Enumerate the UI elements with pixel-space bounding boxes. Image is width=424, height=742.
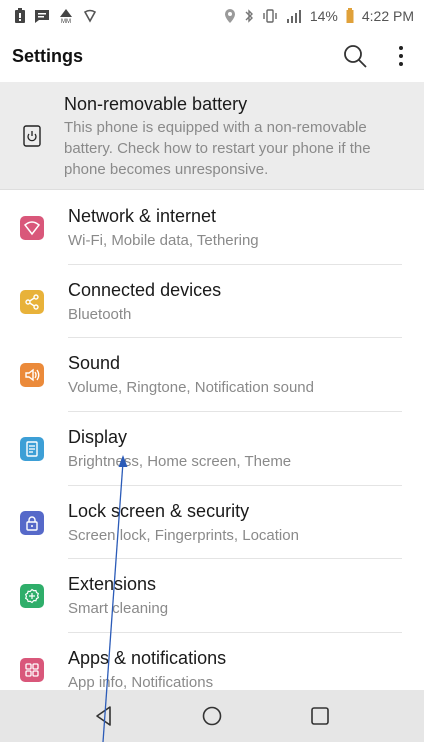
search-icon (344, 45, 367, 68)
item-icon-box (20, 584, 44, 609)
item-icon-box (20, 289, 44, 314)
search-button[interactable] (332, 33, 378, 79)
banner-description: This phone is equipped with a non-remova… (64, 119, 371, 178)
back-icon (96, 706, 111, 726)
item-icon-box (20, 657, 44, 682)
home-button[interactable] (158, 690, 266, 742)
settings-item-connected-devices[interactable]: Connected devices Bluetooth (0, 265, 424, 339)
settings-item-display[interactable]: Display Brightness, Home screen, Theme (0, 412, 424, 486)
banner-title: Non-removable battery (64, 94, 248, 114)
wifi-icon (24, 221, 40, 236)
puzzle-icon (24, 588, 40, 604)
mm-triangle-icon: MM (58, 8, 74, 24)
battery-banner[interactable]: Non-removable battery This phone is equi… (0, 82, 424, 190)
vibrate-icon (262, 8, 278, 24)
share-icon (25, 293, 39, 310)
display-icon (26, 441, 38, 457)
app-bar: Settings (0, 32, 424, 80)
settings-item-extensions[interactable]: Extensions Smart cleaning (0, 559, 424, 634)
item-title: Extensions (68, 574, 157, 595)
back-button[interactable] (50, 690, 158, 742)
signal-icon (286, 9, 302, 23)
app-actions (332, 33, 424, 79)
banner-icon-wrap (0, 82, 64, 189)
alert-icon (14, 8, 26, 24)
battery-icon (346, 8, 354, 24)
shield-icon (82, 8, 98, 24)
recents-button[interactable] (266, 690, 374, 742)
status-bar: MM 14% 4:22 PM (0, 0, 424, 32)
nav-bar (0, 690, 424, 742)
bluetooth-icon (244, 8, 254, 24)
lock-icon (26, 515, 38, 531)
settings-item-lock-screen[interactable]: Lock screen & security Screen lock, Fing… (0, 486, 424, 560)
item-subtitle: Bluetooth (68, 305, 132, 323)
item-subtitle: Brightness, Home screen, Theme (68, 452, 292, 470)
battery-percent: 14% (309, 8, 338, 24)
item-subtitle: Wi-Fi, Mobile data, Tethering (68, 231, 259, 249)
more-options-button[interactable] (378, 33, 424, 79)
speaker-icon (25, 368, 40, 382)
item-title: Connected devices (68, 279, 222, 300)
settings-item-sound[interactable]: Sound Volume, Ringtone, Notification sou… (0, 338, 424, 413)
item-title: Network & internet (68, 205, 217, 226)
item-title: Lock screen & security (68, 500, 250, 521)
item-icon-box (20, 436, 44, 461)
status-left: MM (14, 8, 98, 24)
home-icon (202, 706, 222, 726)
item-icon-box (20, 363, 44, 388)
item-icon-box (20, 215, 44, 240)
page-title: Settings (12, 45, 84, 66)
item-icon-box (20, 510, 44, 535)
banner-text: Non-removable battery This phone is equi… (64, 82, 424, 189)
item-title: Display (68, 426, 128, 447)
apps-grid-icon (25, 663, 39, 677)
power-phone-icon (23, 124, 41, 147)
more-vert-icon (399, 46, 403, 66)
status-time: 4:22 PM (361, 8, 414, 24)
item-subtitle: Screen lock, Fingerprints, Location (68, 526, 299, 544)
item-title: Sound (68, 353, 121, 374)
location-icon (224, 8, 236, 24)
item-subtitle: Smart cleaning (68, 600, 169, 618)
item-title: Apps & notifications (68, 647, 227, 668)
message-icon (34, 8, 50, 24)
settings-list: Network & internet Wi-Fi, Mobile data, T… (0, 191, 424, 707)
svg-text:MM: MM (61, 19, 71, 24)
recents-icon (311, 707, 329, 725)
settings-item-network[interactable]: Network & internet Wi-Fi, Mobile data, T… (0, 191, 424, 265)
item-subtitle: Volume, Ringtone, Notification sound (68, 379, 314, 397)
status-right: 14% 4:22 PM (224, 8, 414, 24)
